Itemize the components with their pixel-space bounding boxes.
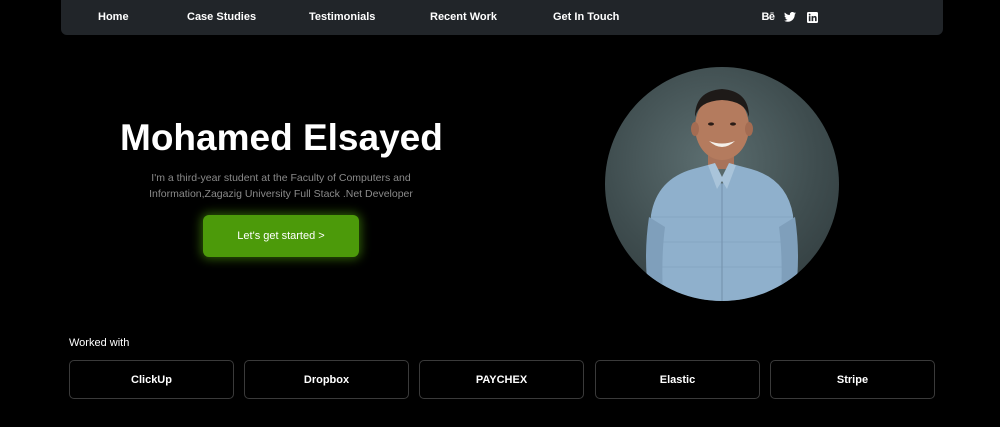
profile-photo <box>605 67 839 301</box>
brand-clickup[interactable]: ClickUp <box>69 360 234 399</box>
nav-link-recent-work[interactable]: Recent Work <box>430 11 497 24</box>
linkedin-icon[interactable] <box>805 10 819 24</box>
brand-dropbox[interactable]: Dropbox <box>244 360 409 399</box>
twitter-icon[interactable] <box>783 10 797 24</box>
hero-name: Mohamed Elsayed <box>120 117 443 158</box>
person-illustration <box>645 89 799 301</box>
behance-icon[interactable]: Bē <box>761 10 775 24</box>
nav-link-case-studies[interactable]: Case Studies <box>187 11 256 24</box>
nav-link-testimonials[interactable]: Testimonials <box>309 11 375 24</box>
brand-paychex[interactable]: PAYCHEX <box>419 360 584 399</box>
brand-list: ClickUp Dropbox PAYCHEX Elastic Stripe <box>69 360 935 399</box>
brand-stripe[interactable]: Stripe <box>770 360 935 399</box>
hero-description: I'm a third-year student at the Faculty … <box>149 172 413 200</box>
nav-link-get-in-touch[interactable]: Get In Touch <box>553 11 619 24</box>
brand-elastic[interactable]: Elastic <box>595 360 760 399</box>
navbar: Home Case Studies Testimonials Recent Wo… <box>61 0 943 35</box>
nav-link-home[interactable]: Home <box>98 11 129 24</box>
get-started-button[interactable]: Let's get started > <box>203 215 359 257</box>
worked-with-label: Worked with <box>69 337 130 349</box>
